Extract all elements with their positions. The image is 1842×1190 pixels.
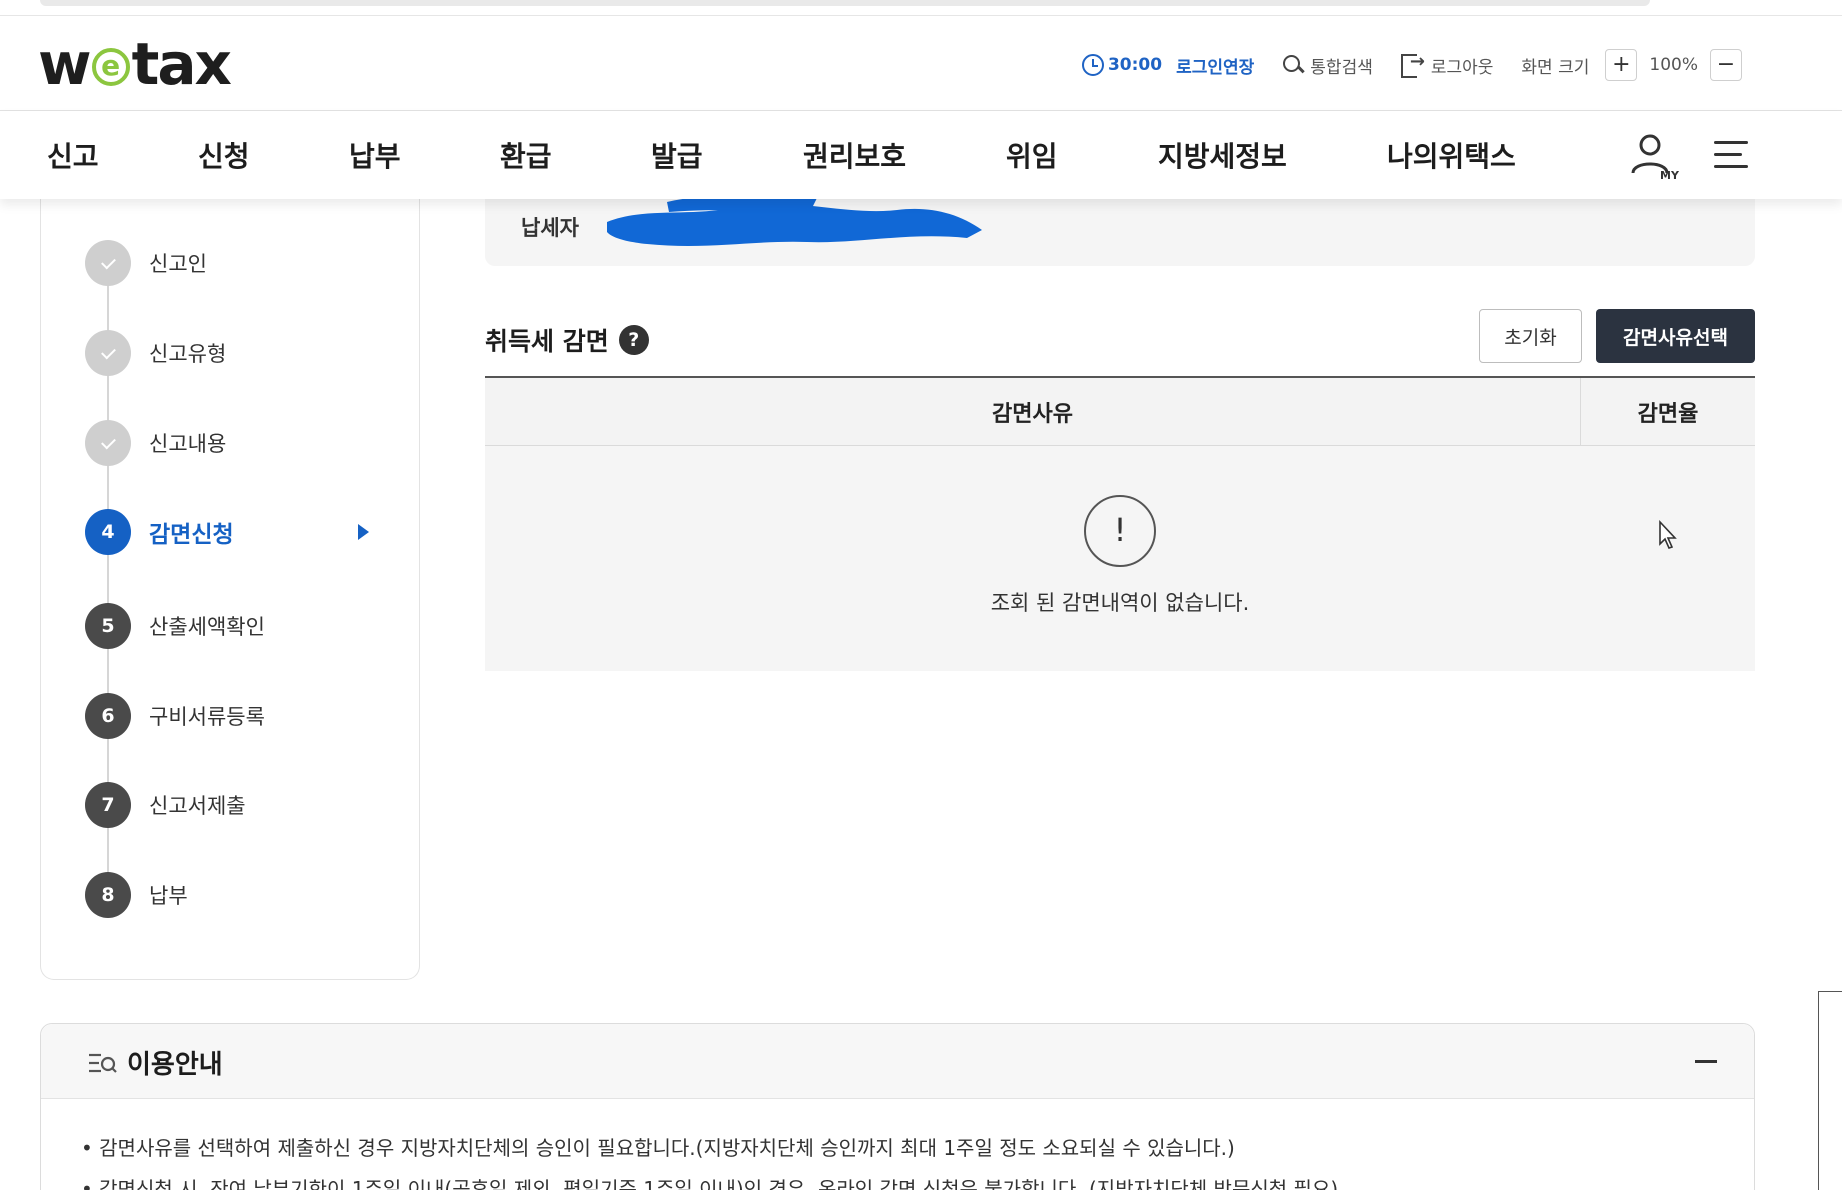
search-label: 통합검색	[1310, 57, 1373, 78]
floating-panel-edge	[1818, 991, 1842, 1190]
logout-label: 로그아웃	[1430, 57, 1494, 78]
step-number: 7	[85, 782, 131, 828]
taxpayer-label: 납세자	[521, 216, 579, 240]
utility-header: wetax 30:00 로그인연장 통합검색 로그아웃 화면 크기 + 100%…	[0, 16, 1842, 111]
step-label: 신고서제출	[149, 794, 246, 818]
collapse-icon[interactable]	[1695, 1060, 1717, 1063]
step-label: 신고인	[149, 252, 207, 276]
screen-size-control: 화면 크기 + 100% −	[1521, 49, 1754, 81]
timer-value: 30:00	[1107, 55, 1163, 75]
reduction-title-text: 취득세 감면	[485, 327, 609, 356]
usage-guide-panel: 이용안내 • 감면사유를 선택하여 제출하신 경우 지방자치단체의 승인이 필요…	[40, 1023, 1755, 1190]
nav-item-apply[interactable]: 신청	[198, 111, 250, 199]
current-step-arrow-icon	[358, 524, 369, 540]
my-page-icon[interactable]: MY	[1630, 131, 1680, 182]
my-badge-label: MY	[1660, 169, 1680, 181]
main-navigation: 신고 신청 납부 환급 발급 권리보호 위임 지방세정보 나의위택스 MY	[0, 111, 1842, 199]
integrated-search-button[interactable]: 통합검색	[1282, 53, 1373, 78]
nav-item-my-wetax[interactable]: 나의위택스	[1387, 111, 1516, 199]
step-label: 신고유형	[149, 342, 227, 366]
utility-bar: 30:00 로그인연장 통합검색 로그아웃 화면 크기 + 100% −	[1081, 48, 1754, 82]
reduction-table: 감면사유 감면율 ! 조회 된 감면내역이 없습니다.	[485, 376, 1755, 671]
logo-text-tax: tax	[131, 30, 232, 98]
step-5-tax-confirm[interactable]: 5 산출세액확인	[85, 602, 405, 650]
zoom-value: 100%	[1649, 55, 1698, 75]
logout-icon	[1400, 51, 1425, 78]
table-header: 감면사유 감면율	[485, 378, 1755, 446]
select-reduction-reason-button[interactable]: 감면사유선택	[1596, 309, 1755, 363]
exclamation-icon: !	[1084, 495, 1156, 567]
step-sidebar: 신고인 신고유형 신고내용 4 감면신청 5 산출세액확인 6 구비서류등록 7…	[40, 170, 420, 980]
step-7-submit[interactable]: 7 신고서제출	[85, 781, 405, 829]
clock-icon	[1081, 54, 1104, 76]
step-8-payment[interactable]: 8 납부	[85, 871, 405, 919]
step-number: 5	[85, 603, 131, 649]
guide-list-icon	[89, 1053, 117, 1073]
logo-e-mark: e	[91, 48, 130, 86]
step-2-report-type[interactable]: 신고유형	[85, 329, 405, 377]
session-timer: 30:00 로그인연장	[1081, 53, 1254, 78]
empty-state-message: 조회 된 감면내역이 없습니다.	[990, 591, 1250, 615]
step-label: 감면신청	[149, 522, 234, 548]
search-icon	[1282, 54, 1304, 76]
step-3-report-content[interactable]: 신고내용	[85, 419, 405, 467]
step-number: 4	[85, 509, 131, 555]
zoom-out-button[interactable]: −	[1710, 49, 1742, 81]
check-icon	[85, 420, 131, 466]
nav-item-pay[interactable]: 납부	[349, 111, 401, 199]
screen-size-label: 화면 크기	[1521, 57, 1590, 78]
step-number: 8	[85, 872, 131, 918]
step-label: 신고내용	[149, 432, 227, 456]
step-number: 6	[85, 693, 131, 739]
step-4-reduction-request[interactable]: 4 감면신청	[85, 508, 405, 556]
usage-guide-list: • 감면사유를 선택하여 제출하신 경우 지방자치단체의 승인이 필요합니다.(…	[81, 1132, 1338, 1190]
step-label: 산출세액확인	[149, 615, 265, 639]
usage-guide-title: 이용안내	[127, 1050, 223, 1080]
zoom-in-button[interactable]: +	[1605, 49, 1638, 81]
check-icon	[85, 240, 131, 286]
step-label: 납부	[149, 884, 188, 908]
reset-button[interactable]: 초기화	[1479, 309, 1582, 363]
nav-item-refund[interactable]: 환급	[500, 111, 552, 199]
check-icon	[85, 330, 131, 376]
nav-item-issue[interactable]: 발급	[651, 111, 703, 199]
reduction-section-title: 취득세 감면 ?	[485, 322, 649, 358]
mouse-cursor-icon	[1659, 520, 1677, 549]
step-label: 구비서류등록	[149, 705, 265, 729]
nav-item-rights[interactable]: 권리보호	[803, 111, 906, 199]
redacted-taxpayer-name	[607, 195, 982, 246]
step-6-documents[interactable]: 6 구비서류등록	[85, 692, 405, 740]
column-reduction-rate: 감면율	[1637, 402, 1699, 427]
step-1-reporter[interactable]: 신고인	[85, 239, 405, 287]
nav-item-delegate[interactable]: 위임	[1006, 111, 1058, 199]
column-reduction-reason: 감면사유	[485, 378, 1581, 446]
scroll-track	[40, 0, 1650, 6]
extend-login-button[interactable]: 로그인연장	[1176, 53, 1254, 78]
usage-guide-header[interactable]: 이용안내	[41, 1024, 1754, 1099]
wetax-logo[interactable]: w e tax	[38, 30, 232, 98]
browser-top-strip	[0, 0, 1842, 16]
nav-item-report[interactable]: 신고	[47, 111, 99, 199]
logout-button[interactable]: 로그아웃	[1400, 51, 1494, 78]
list-item: • 감면신청 시, 잔여 납부기한이 1주일 이내(공휴일 제외, 평일기준 1…	[81, 1177, 1339, 1190]
logo-text-w: w	[38, 30, 92, 98]
help-icon[interactable]: ?	[618, 325, 649, 355]
hamburger-menu-icon[interactable]	[1714, 139, 1750, 171]
list-item: • 감면사유를 선택하여 제출하신 경우 지방자치단체의 승인이 필요합니다.(…	[81, 1136, 1235, 1160]
nav-item-local-tax-info[interactable]: 지방세정보	[1158, 111, 1287, 199]
